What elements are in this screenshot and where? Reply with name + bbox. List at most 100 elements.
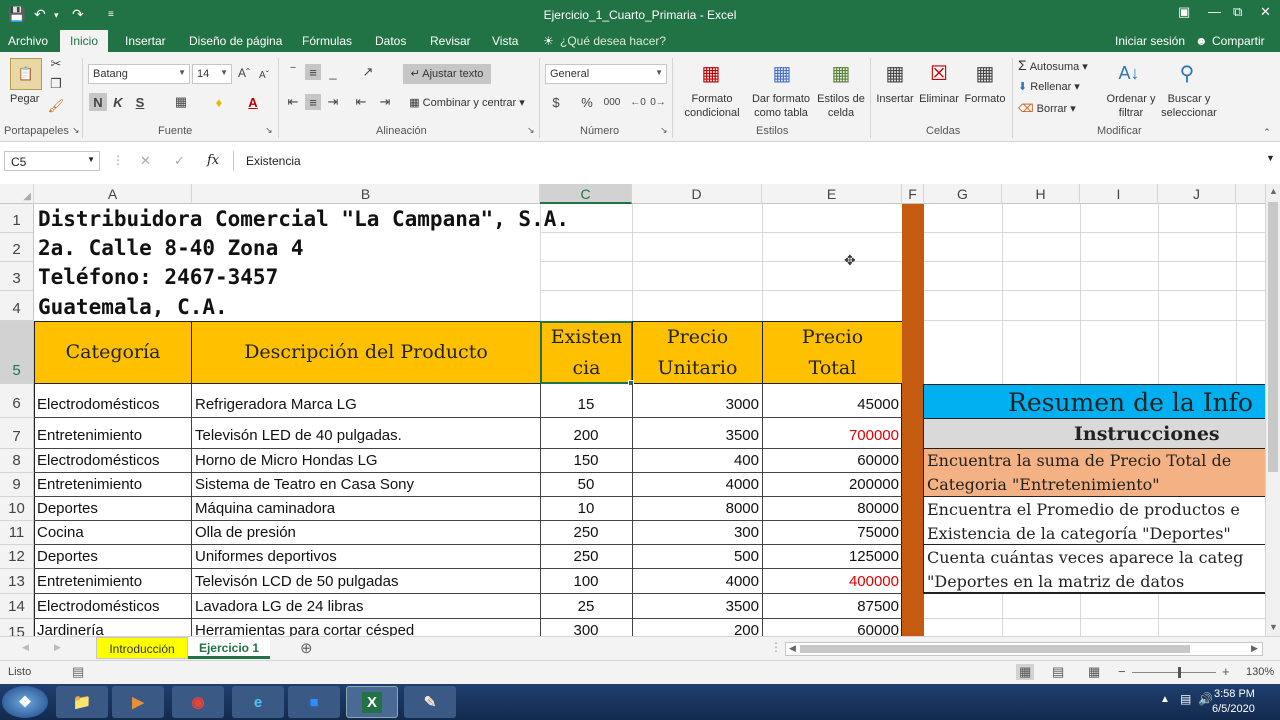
minimize-icon[interactable]: —: [1208, 4, 1221, 19]
instructions-cell[interactable]: Instrucciones: [924, 418, 1265, 448]
increase-decimal-icon[interactable]: ←0: [630, 94, 646, 110]
cell-categoria[interactable]: Electrodomésticos: [37, 452, 160, 469]
zoom-app-icon[interactable]: ■: [288, 686, 340, 718]
fill-button[interactable]: ⬇ Rellenar ▾: [1018, 80, 1080, 94]
align-bottom-icon[interactable]: _: [325, 64, 341, 80]
restore-icon[interactable]: ⧉: [1233, 4, 1242, 20]
column-header-d[interactable]: D: [632, 184, 762, 204]
font-size-combo[interactable]: 14 ▼: [192, 64, 232, 84]
scroll-left-icon[interactable]: ◀: [789, 643, 796, 654]
company-address[interactable]: 2a. Calle 8-40 Zona 4: [38, 236, 304, 260]
company-location[interactable]: Guatemala, C.A.: [38, 295, 228, 319]
cell-precio-total[interactable]: 75000: [762, 524, 902, 541]
fill-color-icon[interactable]: ♦: [210, 93, 228, 111]
cell-precio-unitario[interactable]: 200: [632, 622, 762, 636]
tab-datos[interactable]: Datos: [375, 34, 406, 48]
clear-button[interactable]: ⌫ Borrar ▾: [1018, 102, 1076, 116]
grow-font-icon[interactable]: Aˆ: [236, 64, 252, 82]
clipboard-launcher-icon[interactable]: ↘: [72, 125, 80, 136]
cell-descripcion[interactable]: Televisón LCD de 50 pulgadas: [195, 573, 398, 590]
zoom-in-icon[interactable]: +: [1222, 664, 1230, 679]
row-header[interactable]: 13: [0, 569, 34, 594]
borders-icon[interactable]: ▦: [172, 93, 190, 111]
conditional-format-icon[interactable]: ▦: [696, 58, 726, 88]
vertical-scroll-thumb[interactable]: [1268, 202, 1278, 472]
tab-archivo[interactable]: Archivo: [8, 34, 48, 48]
cell-existencia[interactable]: 200: [540, 427, 632, 444]
cancel-entry-icon[interactable]: ✕: [140, 153, 151, 169]
italic-button[interactable]: K: [110, 93, 126, 111]
worksheet-grid[interactable]: 1 2 3 4 5 6 7 8 9 10 11 12 13 14 15 Dist…: [0, 204, 1265, 636]
row-header[interactable]: 5: [0, 321, 34, 384]
tray-expand-icon[interactable]: ▲: [1160, 694, 1170, 705]
format-table-button[interactable]: Dar formato como tabla: [748, 92, 814, 120]
expand-formula-bar-icon[interactable]: ▼: [1266, 153, 1275, 163]
row-header[interactable]: 2: [0, 233, 34, 262]
header-descripcion[interactable]: Descripción del Producto: [191, 321, 541, 384]
next-sheet-icon[interactable]: ▶: [54, 642, 61, 653]
column-header-g[interactable]: G: [924, 184, 1002, 204]
find-select-button[interactable]: Buscar y seleccionar: [1158, 92, 1220, 120]
scroll-right-icon[interactable]: ▶: [1251, 643, 1258, 654]
formula-input[interactable]: Existencia: [233, 151, 1263, 171]
sort-filter-button[interactable]: Ordenar y filtrar: [1104, 92, 1158, 120]
zoom-out-icon[interactable]: −: [1118, 664, 1126, 679]
summary-title-cell[interactable]: Resumen de la Info: [924, 384, 1265, 418]
column-header-c[interactable]: C: [540, 184, 632, 204]
decrease-decimal-icon[interactable]: 0→: [650, 94, 666, 110]
instruction-item-2[interactable]: Encuentra el Promedio de productos e Exi…: [924, 496, 1265, 544]
cell-existencia[interactable]: 100: [540, 573, 632, 590]
sort-filter-icon[interactable]: A↓: [1114, 58, 1144, 88]
cell-precio-total[interactable]: 45000: [762, 396, 902, 413]
tell-me-box[interactable]: ¿Qué desea hacer?: [560, 34, 666, 48]
add-sheet-icon[interactable]: ⊕: [300, 639, 313, 657]
network-icon[interactable]: ▤: [1180, 692, 1191, 706]
excel-app-icon[interactable]: X: [346, 686, 398, 718]
align-left-icon[interactable]: ⇤: [285, 94, 301, 110]
start-button[interactable]: ❖: [2, 686, 48, 718]
row-header[interactable]: 12: [0, 545, 34, 569]
column-header-e[interactable]: E: [762, 184, 902, 204]
cell-categoria[interactable]: Cocina: [37, 524, 84, 541]
alignment-launcher-icon[interactable]: ↘: [527, 125, 535, 136]
align-top-icon[interactable]: ‾: [285, 64, 301, 80]
align-middle-icon[interactable]: ≡: [305, 64, 321, 80]
column-header-f[interactable]: F: [902, 184, 924, 204]
paste-icon[interactable]: 📋: [10, 58, 42, 90]
insert-cells-icon[interactable]: ▦: [880, 58, 910, 88]
number-format-combo[interactable]: General ▼: [545, 64, 667, 84]
copy-icon[interactable]: ❐: [48, 76, 64, 92]
prev-sheet-icon[interactable]: ◀: [22, 642, 29, 653]
increase-indent-icon[interactable]: ⇥: [377, 94, 393, 110]
insert-function-button[interactable]: fx: [207, 153, 219, 168]
confirm-entry-icon[interactable]: ✓: [174, 153, 185, 169]
instruction-item-3[interactable]: Cuenta cuántas veces aparece la categ "D…: [924, 544, 1265, 594]
scroll-down-icon[interactable]: ▼: [1269, 622, 1278, 632]
cell-existencia[interactable]: 50: [540, 476, 632, 493]
cell-precio-unitario[interactable]: 4000: [632, 573, 762, 590]
cell-categoria[interactable]: Deportes: [37, 500, 98, 517]
cell-precio-unitario[interactable]: 400: [632, 452, 762, 469]
normal-view-icon[interactable]: ▦: [1016, 664, 1035, 680]
align-right-icon[interactable]: ⇥: [325, 94, 341, 110]
cell-existencia[interactable]: 25: [540, 598, 632, 615]
row-header[interactable]: 4: [0, 291, 34, 321]
page-break-icon[interactable]: ▦: [1088, 664, 1100, 680]
format-painter-icon[interactable]: 🖌: [48, 98, 65, 114]
row-header[interactable]: 10: [0, 497, 34, 521]
row-header[interactable]: 14: [0, 594, 34, 619]
column-header-i[interactable]: I: [1080, 184, 1158, 204]
cell-categoria[interactable]: Electrodomésticos: [37, 598, 160, 615]
number-launcher-icon[interactable]: ↘: [660, 125, 668, 136]
cell-existencia[interactable]: 250: [540, 548, 632, 565]
page-layout-icon[interactable]: ▤: [1052, 664, 1064, 680]
header-precio-unitario[interactable]: Precio Unitario: [632, 321, 763, 384]
wrap-text-button[interactable]: ↵ Ajustar texto: [403, 64, 491, 84]
select-all-corner[interactable]: ◢: [0, 184, 34, 204]
cell-categoria[interactable]: Deportes: [37, 548, 98, 565]
scroll-up-icon[interactable]: ▲: [1269, 186, 1278, 196]
name-box[interactable]: C5 ▼: [4, 151, 100, 171]
close-icon[interactable]: ✕: [1260, 4, 1271, 20]
cell-descripcion[interactable]: Horno de Micro Hondas LG: [195, 452, 378, 469]
thousands-button[interactable]: 000: [600, 94, 624, 110]
